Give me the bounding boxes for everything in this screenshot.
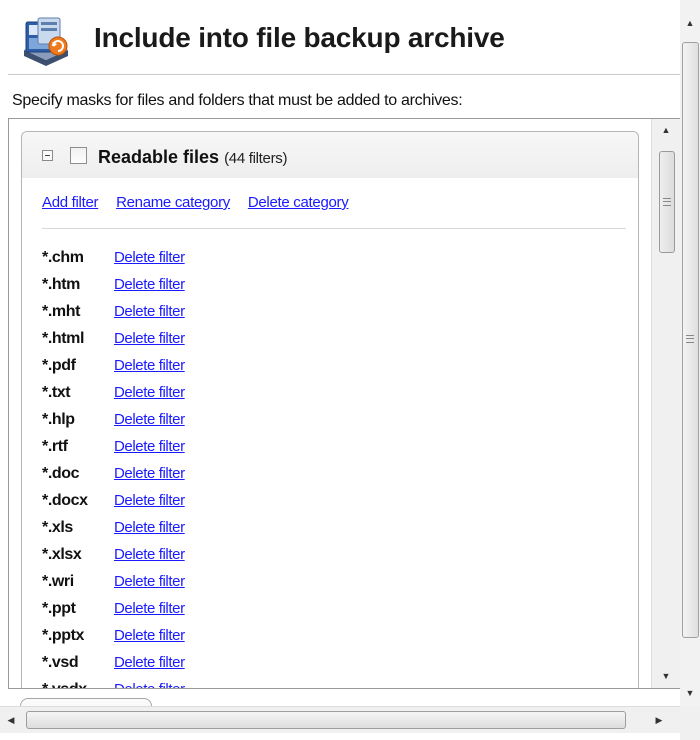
filter-row: *.htm Delete filter xyxy=(42,271,185,298)
page-scroll-down-arrow-icon[interactable]: ▼ xyxy=(680,684,700,702)
horizontal-scroll-thumb[interactable] xyxy=(26,711,626,729)
category-name: Readable files xyxy=(98,147,220,167)
scroll-left-arrow-icon[interactable]: ◀ xyxy=(2,711,20,729)
delete-filter-link[interactable]: Delete filter xyxy=(114,627,185,644)
grip-icon xyxy=(663,198,671,206)
filter-row: *.docx Delete filter xyxy=(42,487,185,514)
filter-mask: *.vsdx xyxy=(42,680,87,689)
filter-row: *.pptx Delete filter xyxy=(42,622,185,649)
delete-filter-link[interactable]: Delete filter xyxy=(114,654,185,671)
delete-filter-link[interactable]: Delete filter xyxy=(114,276,185,293)
delete-filter-link[interactable]: Delete filter xyxy=(114,438,185,455)
filter-row: *.xlsx Delete filter xyxy=(42,541,185,568)
instructions-text: Specify masks for files and folders that… xyxy=(12,92,463,109)
delete-filter-link[interactable]: Delete filter xyxy=(114,357,185,374)
filter-mask: *.docx xyxy=(42,491,88,509)
filter-row: *.xls Delete filter xyxy=(42,514,185,541)
filter-row: *.ppt Delete filter xyxy=(42,595,185,622)
rename-category-link[interactable]: Rename category xyxy=(116,194,230,211)
delete-filter-link[interactable]: Delete filter xyxy=(114,681,185,688)
delete-filter-link[interactable]: Delete filter xyxy=(114,411,185,428)
filter-mask: *.pptx xyxy=(42,626,85,644)
delete-filter-link[interactable]: Delete filter xyxy=(114,249,185,266)
filter-list: *.chm Delete filter *.htm Delete filter … xyxy=(42,244,185,689)
collapse-toggle-icon[interactable] xyxy=(42,150,53,161)
filter-row: *.doc Delete filter xyxy=(42,460,185,487)
filter-row: *.rtf Delete filter xyxy=(42,433,185,460)
page-scroll-up-arrow-icon[interactable]: ▲ xyxy=(680,14,700,32)
page-vertical-scrollbar[interactable]: ▲ ▼ xyxy=(680,0,700,706)
category-title: Readable files (44 filters) xyxy=(98,147,287,168)
filter-row: *.vsd Delete filter xyxy=(42,649,185,676)
delete-filter-link[interactable]: Delete filter xyxy=(114,573,185,590)
delete-filter-link[interactable]: Delete filter xyxy=(114,519,185,536)
category-actions: Add filter Rename category Delete catego… xyxy=(42,194,362,211)
filter-row: *.wri Delete filter xyxy=(42,568,185,595)
scrollbar-corner xyxy=(680,706,700,740)
delete-filter-link[interactable]: Delete filter xyxy=(114,546,185,563)
delete-filter-link[interactable]: Delete filter xyxy=(114,384,185,401)
filter-mask: *.xls xyxy=(42,518,73,536)
filter-row: *.mht Delete filter xyxy=(42,298,185,325)
filter-mask: *.pdf xyxy=(42,356,76,374)
filter-mask: *.wri xyxy=(42,572,74,590)
page-title: Include into file backup archive xyxy=(94,22,505,53)
filter-mask: *.rtf xyxy=(42,437,68,455)
filter-mask: *.ppt xyxy=(42,599,76,617)
actions-divider xyxy=(42,228,626,229)
filter-mask: *.html xyxy=(42,329,85,347)
delete-filter-link[interactable]: Delete filter xyxy=(114,465,185,482)
filter-row: *.txt Delete filter xyxy=(42,379,185,406)
category-checkbox[interactable] xyxy=(70,147,87,164)
filter-row: *.pdf Delete filter xyxy=(42,352,185,379)
delete-filter-link[interactable]: Delete filter xyxy=(114,600,185,617)
delete-filter-link[interactable]: Delete filter xyxy=(114,303,185,320)
filter-mask: *.txt xyxy=(42,383,71,401)
scroll-down-arrow-icon[interactable]: ▼ xyxy=(652,667,680,685)
category-header: Readable files (44 filters) xyxy=(22,132,638,178)
list-vertical-scrollbar[interactable]: ▲ ▼ xyxy=(651,119,680,688)
delete-filter-link[interactable]: Delete filter xyxy=(114,330,185,347)
filter-mask: *.htm xyxy=(42,275,81,293)
filter-row: *.hlp Delete filter xyxy=(42,406,185,433)
filter-mask: *.chm xyxy=(42,248,84,266)
filter-mask: *.doc xyxy=(42,464,80,482)
filter-mask: *.vsd xyxy=(42,653,79,671)
page-horizontal-scrollbar[interactable]: ◀ ▶ xyxy=(0,706,680,733)
filter-row: *.vsdx Delete filter xyxy=(42,676,185,689)
header-divider xyxy=(8,74,680,75)
filter-mask: *.xlsx xyxy=(42,545,82,563)
scroll-right-arrow-icon[interactable]: ▶ xyxy=(650,711,668,729)
grip-icon xyxy=(686,335,694,343)
filter-mask: *.mht xyxy=(42,302,81,320)
delete-category-link[interactable]: Delete category xyxy=(248,194,349,211)
delete-filter-link[interactable]: Delete filter xyxy=(114,492,185,509)
filter-row: *.chm Delete filter xyxy=(42,244,185,271)
scroll-up-arrow-icon[interactable]: ▲ xyxy=(652,121,680,139)
category-filter-count: (44 filters) xyxy=(224,150,288,167)
filter-list-frame: Readable files (44 filters) Add filter R… xyxy=(8,118,681,689)
page-scroll-thumb[interactable] xyxy=(682,42,699,638)
list-scroll-thumb[interactable] xyxy=(659,151,675,253)
add-filter-link[interactable]: Add filter xyxy=(42,194,99,211)
category-panel: Readable files (44 filters) Add filter R… xyxy=(21,131,639,689)
backup-archive-icon xyxy=(16,16,74,68)
filter-row: *.html Delete filter xyxy=(42,325,185,352)
filter-mask: *.hlp xyxy=(42,410,75,428)
